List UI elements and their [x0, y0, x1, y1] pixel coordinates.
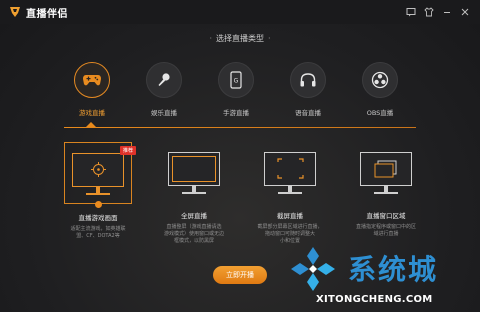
- fullscreen-area: [172, 156, 216, 182]
- card-description: 适配主流游戏，如英雄联 盟、CF、DOTA2等: [60, 226, 136, 240]
- mode-entertainment-circle: [146, 62, 182, 98]
- app-window: 直播伴侣 · 选择直播类型 · 游戏直播 娱乐直播 G 手游直播 语音直播 OB…: [0, 0, 480, 312]
- card-description: 直播指定程序或窗口中的区 域进行直播: [348, 224, 424, 238]
- card-frame: [257, 142, 323, 202]
- mode-underline: [64, 122, 416, 128]
- monitor-base: [278, 192, 302, 194]
- title-dot-right: ·: [268, 34, 271, 43]
- mode-label: 语音直播: [295, 109, 321, 117]
- monitor-icon: [264, 152, 316, 186]
- card-desc-line: 直播指定程序或窗口中的区: [355, 224, 416, 230]
- crop-area-icon: [276, 158, 304, 179]
- card-desc-line: 拖动窗口可随时调整大: [264, 231, 315, 237]
- monitor-icon: [72, 153, 124, 187]
- window-icon: [374, 160, 396, 178]
- card-desc-line: 游戏模式）使用窗口或无边: [163, 231, 224, 237]
- card-title: 直播窗口区域: [366, 212, 406, 220]
- mode-selector: 游戏直播 娱乐直播 G 手游直播 语音直播 OBS直播: [62, 62, 422, 120]
- feedback-icon[interactable]: [402, 3, 420, 21]
- card-screenshot-area[interactable]: 截屏直播 截屏部分屏幕区域进行直播， 拖动窗口可随时调整大 小和位置: [252, 142, 328, 245]
- card-frame: 推荐: [64, 142, 136, 208]
- mode-voice[interactable]: 语音直播: [278, 62, 338, 117]
- title-bar: 直播伴侣: [0, 0, 480, 24]
- title-dot-left: ·: [209, 34, 212, 43]
- card-fullscreen[interactable]: 全屏直播 直播整屏（游戏直播请选 游戏模式）使用窗口或无边 框模式，以防黑屏: [156, 142, 232, 245]
- mode-game-circle: [74, 62, 110, 98]
- mode-label: 手游直播: [223, 109, 249, 117]
- monitor-base: [374, 192, 398, 194]
- card-desc-line: 框模式，以防黑屏: [173, 238, 214, 244]
- card-game-capture[interactable]: 推荐 直播游戏画面 适配主流游戏，如英雄联 盟、CF、DOTA2等: [60, 142, 136, 240]
- section-title-text: 选择直播类型: [216, 34, 264, 43]
- card-title: 直播游戏画面: [78, 214, 118, 222]
- mode-label: 娱乐直播: [151, 109, 177, 117]
- mode-obs[interactable]: OBS直播: [350, 62, 410, 117]
- obs-icon: [371, 71, 389, 89]
- card-description: 直播整屏（游戏直播请选 游戏模式）使用窗口或无边 框模式，以防黑屏: [156, 224, 232, 245]
- card-title: 截屏直播: [277, 212, 303, 220]
- section-title: · 选择直播类型 ·: [0, 33, 480, 44]
- window-controls: [402, 3, 474, 21]
- mode-game[interactable]: 游戏直播: [62, 62, 122, 117]
- card-frame: [353, 142, 419, 202]
- crosshair-icon: [90, 162, 106, 177]
- card-desc-line: 适配主流游戏，如英雄联: [70, 226, 126, 232]
- card-desc-line: 直播整屏（游戏直播请选: [166, 224, 222, 230]
- phone-icon: G: [230, 71, 242, 89]
- mode-mobile-game[interactable]: G 手游直播: [206, 62, 266, 117]
- app-logo: 直播伴侣: [8, 5, 68, 20]
- recommend-badge: 推荐: [119, 146, 136, 155]
- selected-indicator: [95, 201, 102, 208]
- headphones-icon: [300, 73, 316, 87]
- mode-label: 游戏直播: [79, 109, 105, 117]
- mode-label: OBS直播: [366, 109, 394, 117]
- card-title: 全屏直播: [181, 212, 207, 220]
- watermark-cn: 系统城: [348, 253, 439, 286]
- skin-icon[interactable]: [420, 3, 438, 21]
- mode-obs-circle: [362, 62, 398, 98]
- minimize-icon[interactable]: [438, 3, 456, 21]
- mode-entertainment[interactable]: 娱乐直播: [134, 62, 194, 117]
- gamepad-icon: [83, 75, 101, 86]
- close-icon[interactable]: [456, 3, 474, 21]
- app-logo-icon: [10, 7, 20, 17]
- mode-mobile-game-circle: G: [218, 62, 254, 98]
- card-desc-line: 域进行直播: [373, 231, 399, 237]
- card-frame: [161, 142, 227, 202]
- card-window-area[interactable]: 直播窗口区域 直播指定程序或窗口中的区 域进行直播: [348, 142, 424, 238]
- watermark-logo-icon: [291, 247, 335, 291]
- watermark-en: XITONGCHENG.COM: [316, 294, 433, 305]
- mode-voice-circle: [290, 62, 326, 98]
- monitor-base: [86, 193, 110, 195]
- svg-text:G: G: [234, 78, 239, 85]
- monitor-base: [182, 192, 206, 194]
- microphone-icon: [158, 73, 170, 86]
- capture-mode-cards: 推荐 直播游戏画面 适配主流游戏，如英雄联 盟、CF、DOTA2等 全屏直播 直…: [60, 142, 440, 252]
- mode-underline-highlight: [64, 126, 416, 128]
- monitor-icon: [168, 152, 220, 186]
- monitor-icon: [360, 152, 412, 186]
- watermark: 系统城 XITONGCHENG.COM: [286, 240, 480, 312]
- start-live-button[interactable]: 立即开播: [213, 266, 267, 284]
- card-desc-line: 盟、CF、DOTA2等: [76, 233, 120, 239]
- mode-pointer: [86, 122, 96, 127]
- card-desc-line: 截屏部分屏幕区域进行直播，: [257, 224, 323, 230]
- app-title: 直播伴侣: [26, 8, 68, 20]
